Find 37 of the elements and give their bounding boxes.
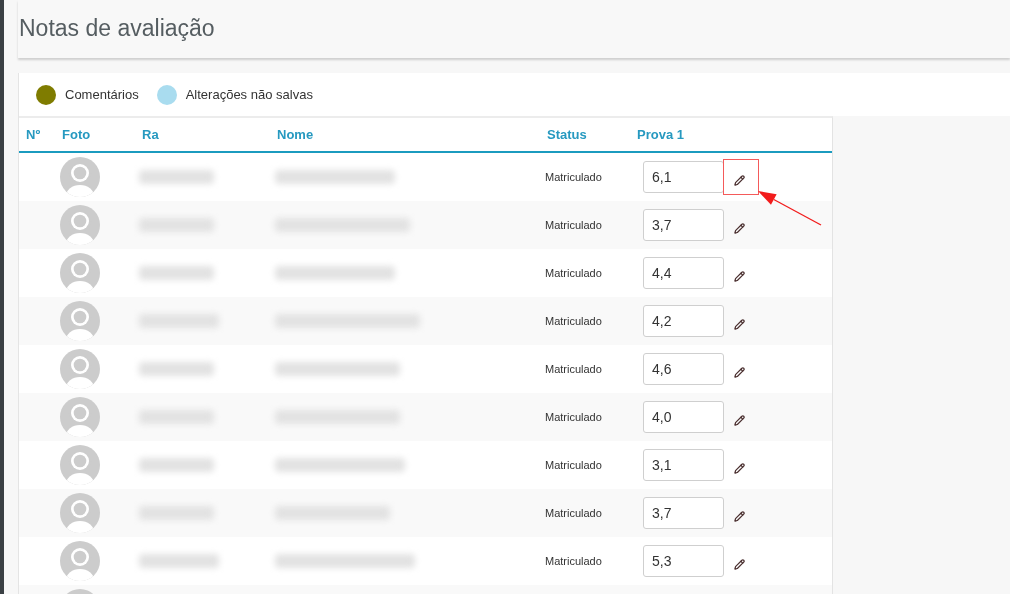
grade-input[interactable]: 4,2 [643,305,724,337]
status-text: Matriculado [544,171,602,183]
column-header: Foto [61,127,91,142]
grade-input[interactable]: 4,6 [643,353,724,385]
pencil-icon [733,270,745,282]
grade-input[interactable]: 4,4 [643,257,724,289]
pencil-icon [733,558,745,570]
grade-input[interactable]: 6,1 [643,161,724,193]
grade-input[interactable]: 4,0 [643,401,724,433]
pencil-icon [733,174,745,186]
annotation-arrow [758,191,822,226]
status-text: Matriculado [544,363,602,375]
status-text: Matriculado [544,507,602,519]
pencil-icon [733,222,745,234]
column-header: Nome [276,127,314,142]
legend-label: Comentários [65,87,139,102]
pencil-icon [733,318,745,330]
column-header: Prova 1 [636,127,684,142]
pencil-icon [733,366,745,378]
status-text: Matriculado [544,219,602,231]
pencil-icon [733,510,745,522]
status-text: Matriculado [544,267,602,279]
status-text: Matriculado [544,315,602,327]
status-text: Matriculado [544,411,602,423]
status-text: Matriculado [544,555,602,567]
column-header: Status [546,127,587,142]
grade-input[interactable]: 3,7 [643,497,724,529]
column-header: Nº [25,127,41,142]
legend-label: Alterações não salvas [185,87,313,102]
pencil-icon [733,414,745,426]
page-title: Notas de avaliação [19,14,215,43]
status-text: Matriculado [544,459,602,471]
grade-input[interactable]: 3,1 [643,449,724,481]
grade-input[interactable]: 3,7 [643,209,724,241]
column-header: Ra [141,127,159,142]
pencil-icon [733,462,745,474]
grade-input[interactable]: 5,3 [643,545,724,577]
